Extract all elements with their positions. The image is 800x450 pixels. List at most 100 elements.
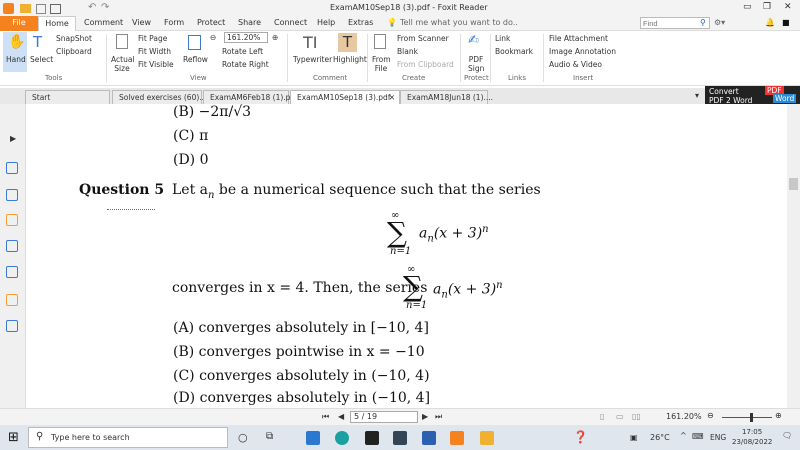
tab-examam18jun18[interactable]: ExamAM18Jun18 (1).... (400, 90, 493, 104)
save-icon[interactable] (36, 4, 46, 14)
tab-file[interactable]: File (0, 16, 38, 31)
next-page-icon[interactable]: ▶ (422, 412, 428, 421)
layers-icon[interactable] (6, 189, 18, 201)
link-button[interactable]: Link (495, 34, 510, 43)
from-file-button[interactable]: From File (372, 55, 391, 73)
keyboard-icon[interactable]: ⌨ (692, 432, 704, 441)
fit-width-button[interactable]: Fit Width (138, 47, 171, 56)
from-scanner-button[interactable]: From Scanner (397, 34, 449, 43)
fit-visible-button[interactable]: Fit Visible (138, 60, 174, 69)
tab-form[interactable]: Form (164, 18, 184, 27)
help-icon[interactable]: ❓ (573, 430, 588, 444)
close-tab-icon[interactable]: ✕ (389, 93, 395, 102)
reflow-button[interactable]: Reflow (183, 55, 208, 64)
fit-page-button[interactable]: Fit Page (138, 34, 167, 43)
select-button[interactable]: Select (30, 55, 53, 64)
snapshot-button[interactable]: SnapShot (56, 34, 92, 43)
lock-icon[interactable] (6, 294, 18, 306)
tab-comment[interactable]: Comment (84, 18, 123, 27)
notifications-icon[interactable]: 🗨 (782, 431, 792, 440)
weather-temp[interactable]: 26°C (650, 433, 670, 442)
cortana-icon[interactable]: ○ (238, 431, 248, 444)
windows-start-icon[interactable]: ⊞ (8, 430, 19, 445)
zoom-in-icon[interactable]: ⊕ (272, 33, 278, 42)
tab-connect[interactable]: Connect (274, 18, 307, 27)
comments-icon[interactable] (6, 214, 18, 226)
image-annotation-button[interactable]: Image Annotation (549, 47, 616, 56)
tab-solved-exercises[interactable]: Solved exercises (60).... (112, 90, 209, 104)
minimize-button[interactable]: ▭ (743, 2, 752, 12)
expand-panel-icon[interactable]: ▶ (10, 134, 16, 143)
typewriter-button[interactable]: Typewriter (293, 55, 332, 64)
tab-examam6feb18[interactable]: ExamAM6Feb18 (1).pdf (203, 90, 298, 104)
edge-icon[interactable] (335, 431, 349, 445)
gear-icon[interactable]: ⚙▾ (714, 18, 725, 27)
convert-pdf-2-word-banner[interactable]: Convert PDF 2 Word PDF Word (705, 86, 800, 105)
word-icon[interactable] (422, 431, 436, 445)
zoom-in-button[interactable]: ⊕ (775, 411, 782, 420)
close-button[interactable]: ✕ (784, 2, 792, 12)
language-indicator[interactable]: ENG (710, 433, 726, 442)
tab-share[interactable]: Share (238, 18, 261, 27)
zoom-slider[interactable] (722, 417, 772, 418)
task-view-icon[interactable]: ⧉ (266, 431, 273, 442)
actual-size-button[interactable]: Actual Size (111, 55, 135, 73)
pages-icon[interactable] (6, 162, 18, 174)
zoom-out-icon[interactable]: ⊖ (210, 33, 216, 42)
tab-examam10sep18[interactable]: ExamAM10Sep18 (3).pdf ✕ (290, 90, 400, 104)
tab-help[interactable]: Help (317, 18, 335, 27)
vertical-scrollbar[interactable] (787, 104, 800, 408)
tell-me-input[interactable]: Tell me what you want to do.. (400, 18, 518, 27)
prev-page-icon[interactable]: ◀ (338, 412, 344, 421)
audio-video-button[interactable]: Audio & Video (549, 60, 602, 69)
tab-extras[interactable]: Extras (348, 18, 373, 27)
mail-icon[interactable] (306, 431, 320, 445)
blank-button[interactable]: Blank (397, 47, 418, 56)
restore-button[interactable]: ❐ (763, 2, 771, 12)
tab-list-dropdown-icon[interactable]: ▾ (695, 91, 699, 100)
tab-protect[interactable]: Protect (197, 18, 225, 27)
first-page-icon[interactable]: ⏮ (322, 412, 329, 422)
page-number-input[interactable]: 5 / 19 (350, 411, 418, 423)
attachment-icon[interactable] (6, 240, 18, 252)
status-zoom-value[interactable]: 161.20% (666, 412, 702, 421)
rotate-left-button[interactable]: Rotate Left (222, 47, 263, 56)
undo-icon[interactable]: ↶ (88, 2, 96, 13)
user-icon[interactable]: ■ (782, 18, 790, 27)
redo-icon[interactable]: ↷ (101, 2, 109, 13)
sum-symbol-1: ∑ (387, 216, 407, 249)
single-page-icon[interactable]: ▯ (600, 412, 604, 421)
file-attachment-button[interactable]: File Attachment (549, 34, 608, 43)
links-group-label: Links (508, 74, 526, 82)
taskbar-search-input[interactable]: Type here to search (28, 427, 228, 448)
clock-date[interactable]: 23/08/2022 (732, 438, 772, 446)
bell-icon[interactable]: 🔔 (765, 18, 775, 27)
tab-view[interactable]: View (132, 18, 151, 27)
open-icon[interactable] (20, 4, 31, 13)
from-clipboard-button[interactable]: From Clipboard (397, 60, 454, 69)
zoom-slider-handle[interactable] (750, 413, 753, 422)
highlight-button[interactable]: Highlight (333, 55, 367, 64)
signature-icon[interactable] (6, 266, 18, 278)
foxit-taskbar-icon[interactable] (450, 431, 464, 445)
tools-icon[interactable] (6, 320, 18, 332)
tab-start[interactable]: Start (25, 90, 110, 104)
last-page-icon[interactable]: ⏭ (435, 412, 442, 422)
zoom-out-button[interactable]: ⊖ (707, 411, 714, 420)
tray-chevron-icon[interactable]: ^ (680, 431, 687, 440)
file-explorer-icon[interactable] (480, 431, 494, 445)
store-icon[interactable] (393, 431, 407, 445)
clipboard-button[interactable]: Clipboard (56, 47, 92, 56)
zoom-select[interactable]: 161.20% (224, 32, 268, 43)
pdf-sign-button[interactable]: PDF Sign (468, 55, 484, 73)
rotate-right-button[interactable]: Rotate Right (222, 60, 269, 69)
clock-time[interactable]: 17:05 (742, 428, 762, 436)
bookmark-button[interactable]: Bookmark (495, 47, 533, 56)
search-icon[interactable]: ⚲ (700, 18, 706, 27)
facing-page-icon[interactable]: ▯▯ (632, 412, 641, 421)
print-icon[interactable] (50, 4, 61, 14)
scrollbar-thumb[interactable] (789, 178, 798, 190)
continuous-page-icon[interactable]: ▭ (616, 412, 624, 421)
tab-home[interactable]: Home (38, 16, 76, 32)
dropbox-icon[interactable] (365, 431, 379, 445)
